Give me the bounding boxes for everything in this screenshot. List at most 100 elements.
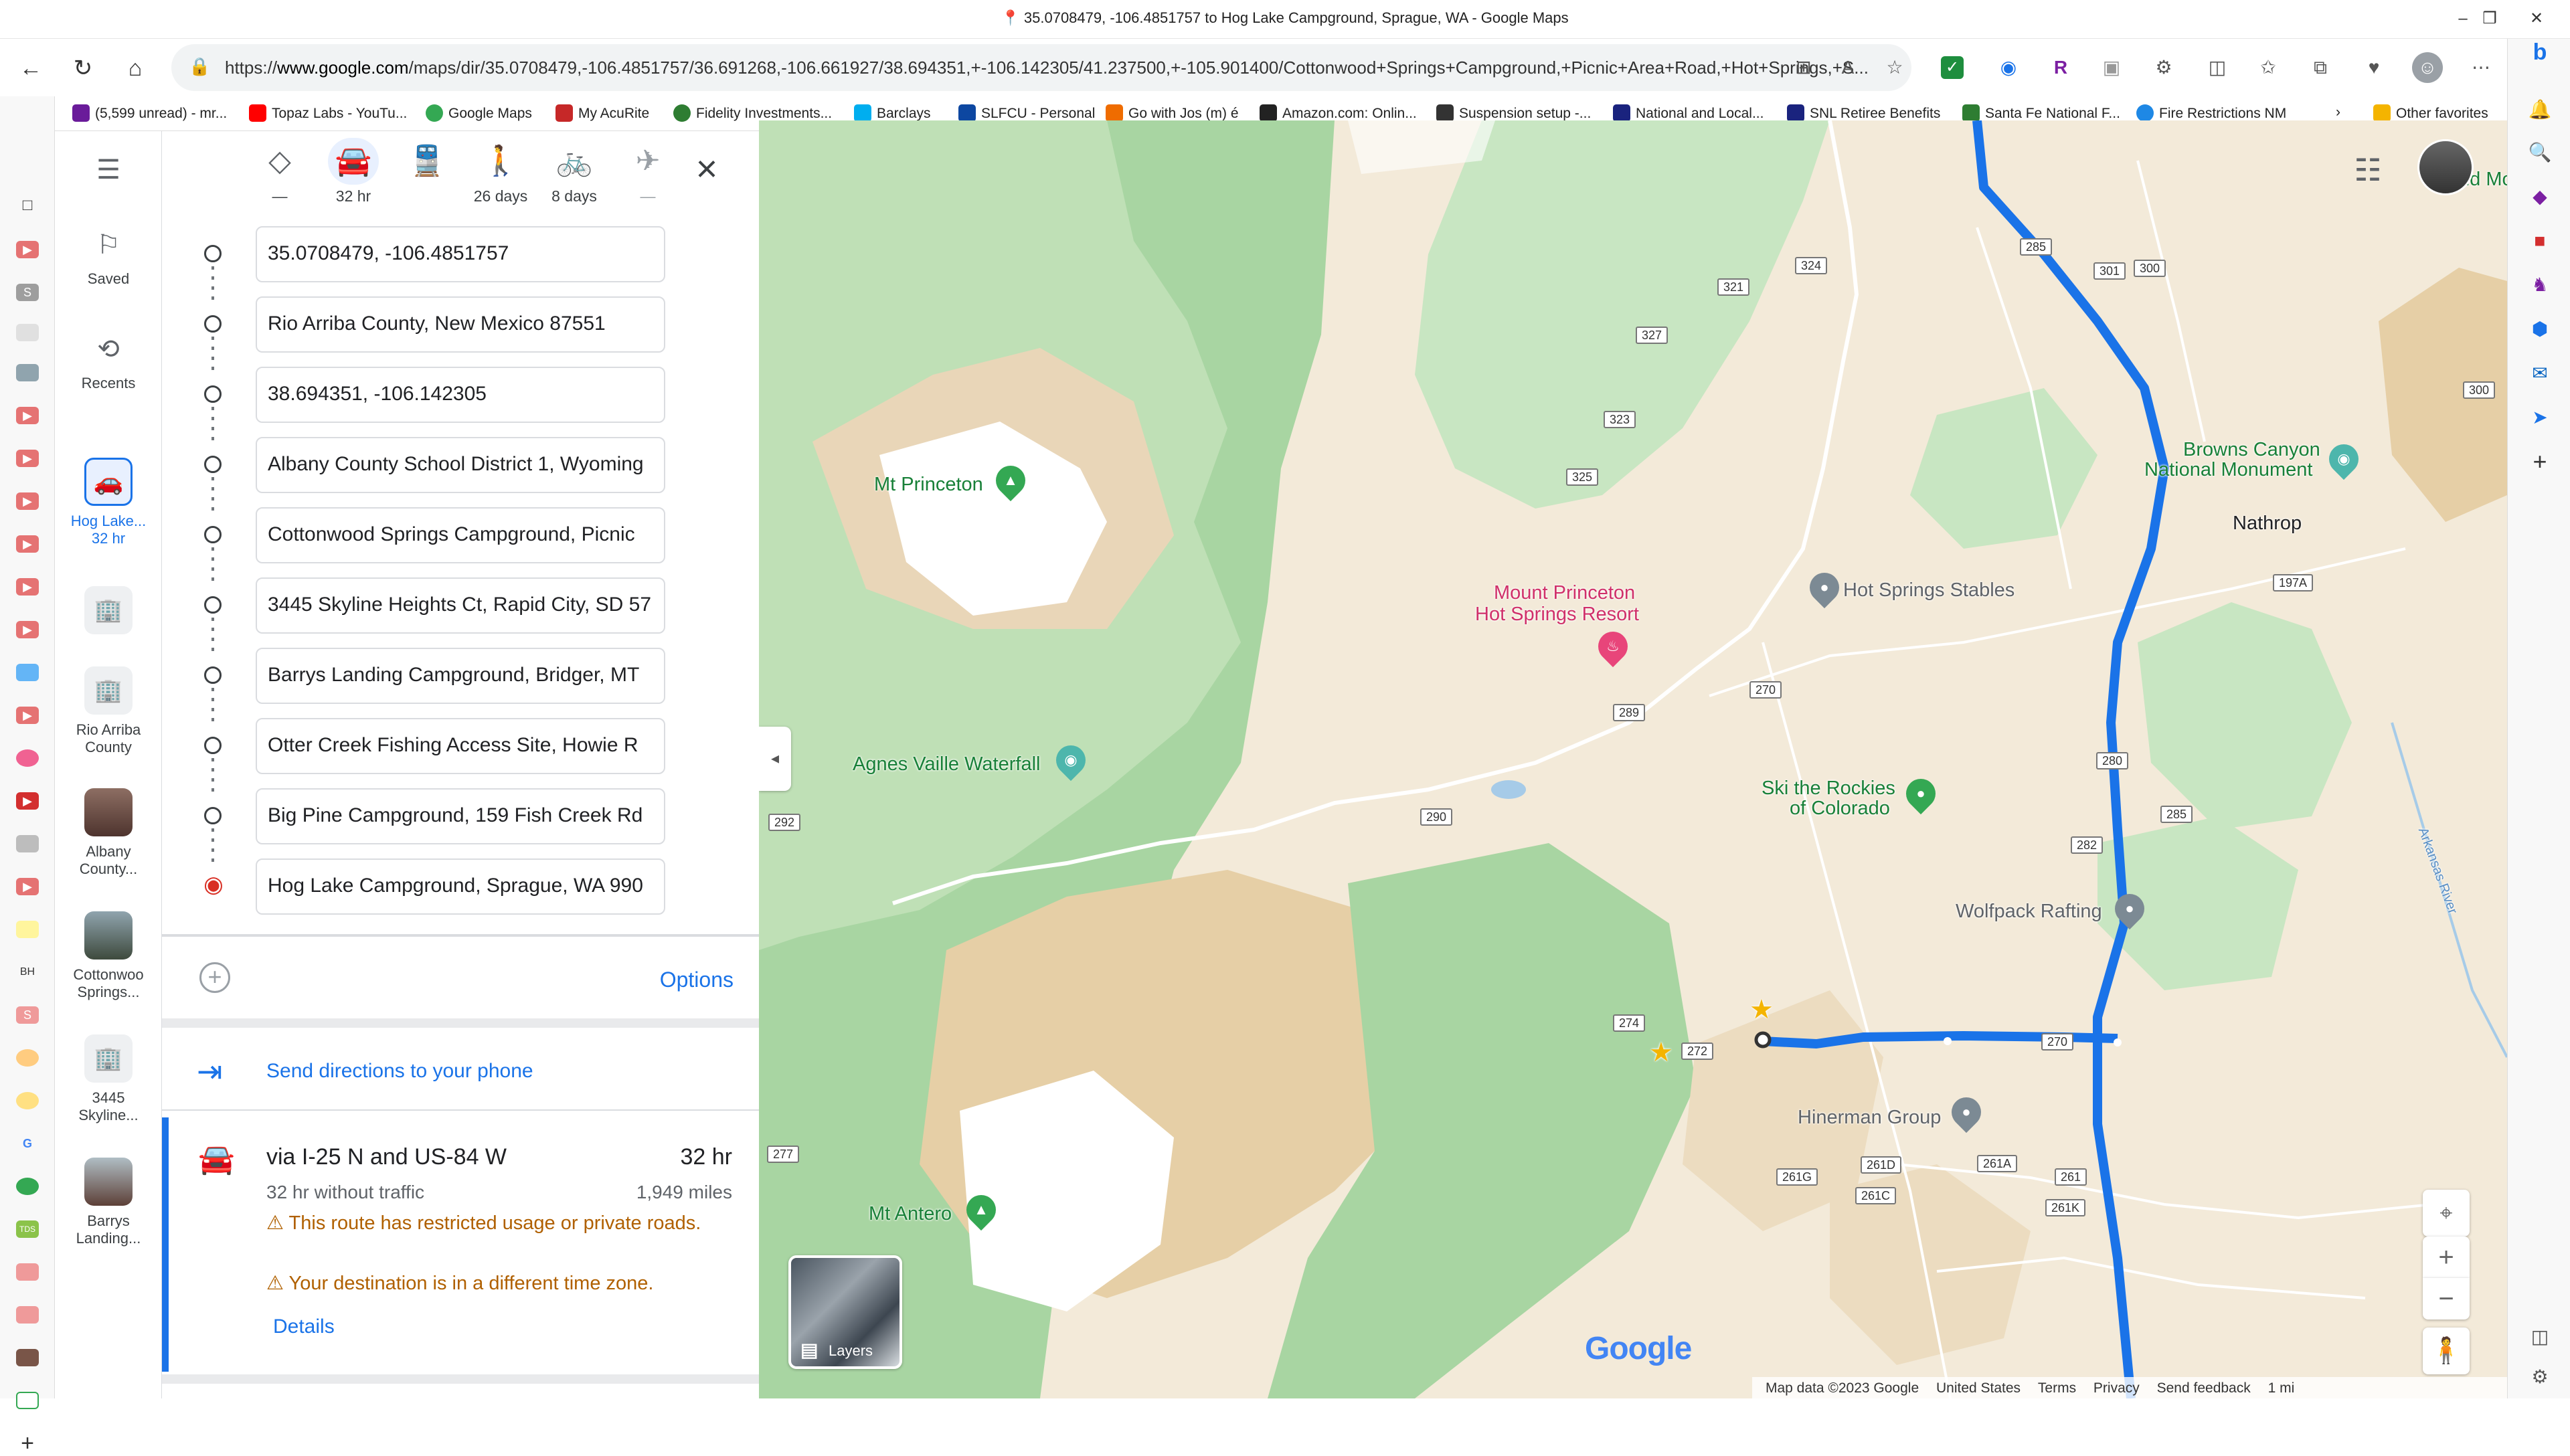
tab-actions-icon[interactable]: □	[16, 197, 39, 214]
recent-item-building[interactable]: 🏢	[55, 586, 162, 641]
map-label-stables[interactable]: Hot Springs Stables	[1843, 579, 2015, 602]
tab-coin-icon[interactable]	[16, 1092, 39, 1109]
tab-maps-icon[interactable]	[16, 1178, 39, 1195]
bookmark-fidelity[interactable]: Fidelity Investments...	[673, 104, 832, 122]
terms-link[interactable]: Terms	[2038, 1380, 2076, 1396]
tab-ups-icon[interactable]	[16, 1349, 39, 1366]
outlook-icon[interactable]: ✉	[2526, 360, 2553, 387]
stop-input-5[interactable]: Cottonwood Springs Campground, Picnic	[256, 507, 665, 563]
add-destination-plus-icon[interactable]: +	[199, 962, 230, 993]
business-poi-icon[interactable]: ●	[1945, 1091, 1988, 1133]
google-apps-grid-icon[interactable]: ☷	[2348, 150, 2388, 190]
new-tab-plus-icon[interactable]: +	[16, 1432, 39, 1455]
map-label-hinerman[interactable]: Hinerman Group	[1798, 1107, 1941, 1129]
collections-icon[interactable]: ⧉	[2305, 52, 2336, 83]
tab-yellow-icon[interactable]	[16, 921, 39, 938]
region-link[interactable]: United States	[1936, 1380, 2021, 1396]
stop-input-1[interactable]: 35.0708479, -106.4851757	[256, 226, 665, 282]
tab-cloud-icon[interactable]	[16, 324, 39, 341]
starred-place-icon[interactable]: ★	[1749, 994, 1774, 1025]
sidebar-layout-icon[interactable]: ◫	[2526, 1324, 2553, 1350]
waterfall-poi-icon[interactable]: ◉	[1049, 739, 1092, 782]
map-label-agnes[interactable]: Agnes Vaille Waterfall	[853, 753, 1040, 776]
stop-input-4[interactable]: Albany County School District 1, Wyoming	[256, 437, 665, 493]
saved-button[interactable]: ⚐ Saved	[55, 225, 162, 288]
notification-bell-icon[interactable]: 🔔	[2526, 96, 2553, 123]
mode-walking[interactable]: 🚶 26 days	[460, 138, 541, 205]
home-button[interactable]: ⌂	[114, 47, 157, 90]
bookmark-mail[interactable]: (5,599 unread) - mr...	[72, 104, 227, 122]
favorites-icon[interactable]: ✩	[2253, 52, 2284, 83]
bookmark-acurite[interactable]: My AcuRite	[555, 104, 649, 122]
bookmark-amazon[interactable]: Amazon.com: Onlin...	[1260, 104, 1417, 122]
tab-bh-icon[interactable]: BH	[16, 964, 39, 981]
mode-cycling[interactable]: 🚲 8 days	[534, 138, 614, 205]
privacy-link[interactable]: Privacy	[2093, 1380, 2140, 1396]
bookmarks-overflow-chevron-icon[interactable]: ›	[2336, 104, 2340, 120]
mode-transit[interactable]: 🚆	[387, 138, 467, 187]
stop-input-10[interactable]: Hog Lake Campground, Sprague, WA 990	[256, 858, 665, 915]
map-label-resort-line2[interactable]: Hot Springs Resort	[1475, 604, 1639, 626]
tab-youtube-icon[interactable]: ▶	[16, 492, 39, 510]
tab-youtube-icon[interactable]: ▶	[16, 707, 39, 724]
bookmark-snl[interactable]: SNL Retiree Benefits	[1787, 104, 1940, 122]
stop-input-2[interactable]: Rio Arriba County, New Mexico 87551	[256, 296, 665, 353]
tab-pink-icon[interactable]	[16, 1306, 39, 1324]
map-canvas[interactable]: 324 321 301 300 327 323 325 300 197A 289…	[759, 120, 2507, 1398]
search-icon[interactable]: 🔍	[2526, 139, 2553, 166]
account-avatar[interactable]	[2417, 139, 2474, 195]
bookmark-barclays[interactable]: Barclays	[854, 104, 931, 122]
bookmark-national-local[interactable]: National and Local...	[1613, 104, 1764, 122]
close-window-button[interactable]: ✕	[2516, 4, 2557, 33]
app-available-icon[interactable]: ⊞	[1788, 52, 1819, 83]
tab-youtube-icon[interactable]: ▶	[16, 535, 39, 553]
add-sidebar-app-icon[interactable]: +	[2526, 448, 2553, 475]
office-icon[interactable]: ⬢	[2526, 316, 2553, 343]
address-bar[interactable]: 🔒 https://www.google.com/maps/dir/35.070…	[171, 44, 1911, 91]
tab-google-icon[interactable]: G	[16, 1135, 39, 1152]
mountain-poi-icon[interactable]: ▲	[960, 1188, 1003, 1231]
map-label-mt-antero[interactable]: Mt Antero	[869, 1203, 952, 1225]
r-extension-icon[interactable]: R	[2045, 52, 2076, 83]
tag-icon[interactable]: ◆	[2526, 183, 2553, 210]
split-screen-icon[interactable]: ◫	[2202, 52, 2233, 83]
tab-instagram-icon[interactable]	[16, 749, 39, 767]
tab-green-icon[interactable]: TDS	[16, 1220, 39, 1238]
bookmark-go-with-jos[interactable]: Go with Jos (m) é	[1106, 104, 1239, 122]
zoom-out-button[interactable]: −	[2423, 1278, 2470, 1320]
route-option-card[interactable]: 🚘 via I-25 N and US-84 W 32 hr 32 hr wit…	[162, 1117, 759, 1372]
puzzle-extensions-icon[interactable]: ⚙	[2148, 52, 2179, 83]
map-label-wolfpack[interactable]: Wolfpack Rafting	[1956, 901, 2102, 923]
starred-place-icon[interactable]: ★	[1649, 1037, 1673, 1068]
recents-button[interactable]: ⟲ Recents	[55, 329, 162, 392]
shopping-poi-icon[interactable]: ●	[1899, 772, 1942, 815]
bookmark-topaz[interactable]: Topaz Labs - YouTu...	[249, 104, 407, 122]
tab-youtube-icon[interactable]: ▶	[16, 450, 39, 467]
recent-item-cottonwood[interactable]: Cottonwoo Springs...	[55, 911, 162, 1001]
grey-extension-icon[interactable]: ▣	[2096, 52, 2127, 83]
stables-poi-icon[interactable]: ●	[1803, 566, 1846, 609]
collapse-panel-button[interactable]: ◂	[759, 727, 791, 791]
recent-item-hog-lake[interactable]: 🚗 Hog Lake... 32 hr	[55, 458, 162, 547]
tab-youtube-icon[interactable]: ▶	[16, 407, 39, 424]
back-button[interactable]: ←	[9, 47, 52, 90]
favorite-star-icon[interactable]: ☆	[1879, 52, 1910, 83]
mode-driving[interactable]: 🚘 32 hr	[313, 138, 394, 205]
zoom-in-button[interactable]: +	[2423, 1237, 2470, 1278]
settings-gear-icon[interactable]: ⚙	[2526, 1364, 2553, 1390]
bookmark-slfcu[interactable]: SLFCU - Personal	[958, 104, 1095, 122]
recent-item-barrys[interactable]: Barrys Landing...	[55, 1158, 162, 1247]
map-label-browns-line1[interactable]: Browns Canyon	[2183, 439, 2320, 461]
bookmark-fire-restrictions[interactable]: Fire Restrictions NM	[2136, 104, 2286, 122]
tab-maps-active-icon[interactable]	[16, 1392, 39, 1409]
details-button[interactable]: Details	[273, 1315, 335, 1338]
recent-item-rio-arriba[interactable]: 🏢 Rio Arriba County	[55, 666, 162, 756]
restore-button[interactable]: ❒	[2470, 4, 2510, 33]
tab-grey-icon[interactable]	[16, 835, 39, 852]
checkmark-extension-icon[interactable]: ✓	[1941, 56, 1964, 79]
tab-youtube-icon[interactable]: ▶	[16, 878, 39, 895]
tab-blue-icon[interactable]	[16, 664, 39, 681]
map-label-resort-line1[interactable]: Mount Princeton	[1494, 582, 1635, 604]
tab-youtube-icon[interactable]: ▶	[16, 241, 39, 258]
mode-flights[interactable]: ✈ —	[608, 138, 688, 205]
